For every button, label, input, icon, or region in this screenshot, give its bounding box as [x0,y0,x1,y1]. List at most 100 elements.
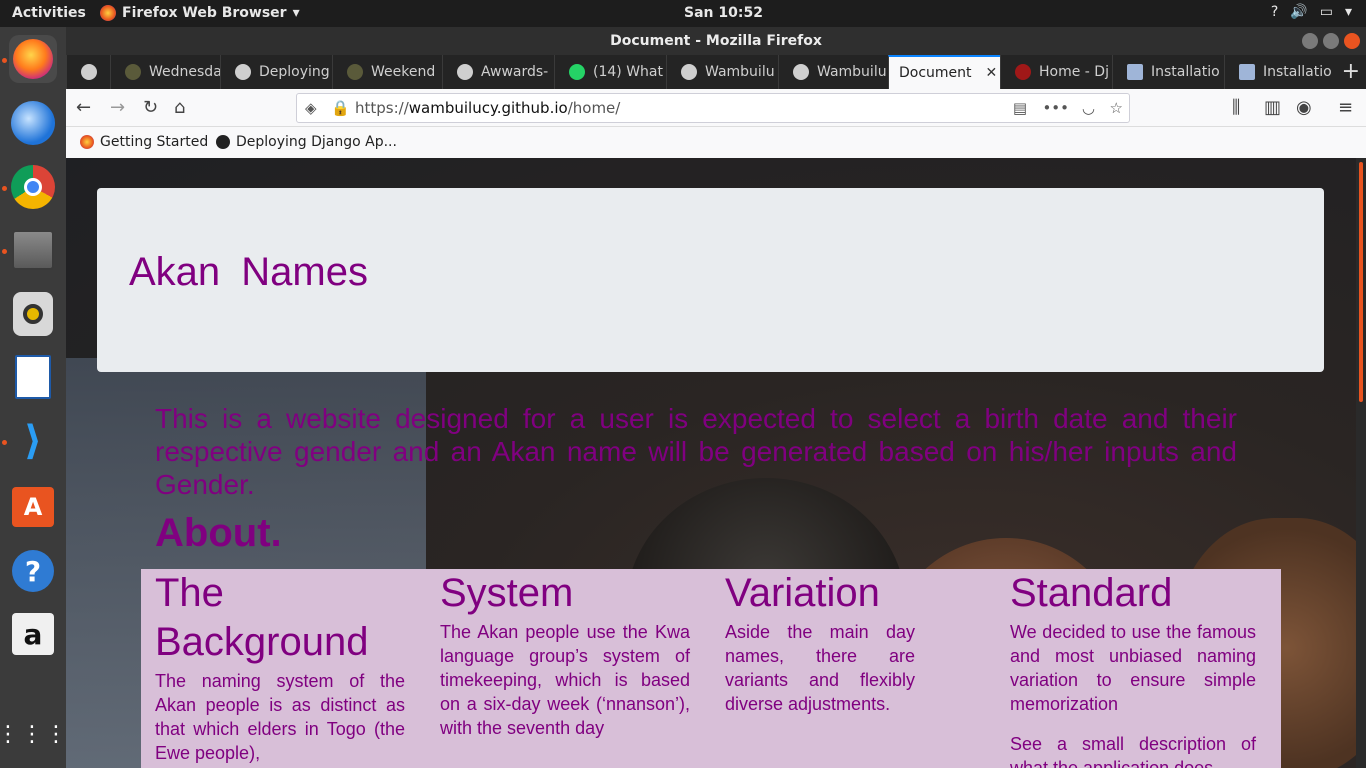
sidebar-icon[interactable]: ▥ [1264,97,1281,118]
tab[interactable]: (14) What [554,55,666,89]
app-menu-label: Firefox Web Browser [122,5,287,21]
files-icon [12,230,54,270]
page-title: Akan Names [129,250,368,294]
home-button[interactable]: ⌂ [174,97,185,118]
app-menu[interactable]: Firefox Web Browser ▾ [100,5,300,21]
back-button[interactable]: ← [76,97,91,118]
close-button[interactable] [1344,33,1360,49]
chrome-icon [11,165,55,209]
card-title: The Background [155,571,369,664]
account-icon[interactable]: ◉ [1296,97,1312,118]
rhythmbox-launcher[interactable] [9,290,57,338]
about-heading: About. [155,511,282,555]
bookmark-star-icon[interactable]: ☆ [1110,94,1123,122]
scrollbar-thumb[interactable] [1359,162,1363,402]
vscode-launcher[interactable]: ⟩ [9,417,57,465]
clock[interactable]: San 10:52 [684,5,763,21]
card-system: System The Akan people use the Kwa langu… [440,569,690,740]
help-launcher[interactable]: ? [9,547,57,595]
minimize-button[interactable] [1302,33,1318,49]
show-apps-button[interactable]: ⋮⋮⋮ [0,711,67,759]
tab[interactable]: Home - Dj [1000,55,1112,89]
tab-label: Awwards- [481,64,549,80]
card-title: Standard [1010,571,1173,615]
thunderbird-launcher[interactable] [9,99,57,147]
tab-label: Weekend [371,64,436,80]
lock-icon[interactable]: 🔒 [331,94,350,122]
card-title: Variation [725,571,880,615]
tab[interactable]: Deploying [220,55,332,89]
card-text: The Akan people use the Kwa language gro… [440,622,690,738]
card-text: Aside the main day names, there are vari… [725,622,915,714]
amazon-launcher[interactable]: a [9,610,57,658]
firefox-icon [13,39,53,79]
url-host: wambuilucy.github.io [408,99,568,117]
pocket-icon[interactable]: ◡ [1082,94,1095,122]
bookmark-label: Getting Started [100,134,209,150]
github-icon [81,64,97,80]
new-tab-button[interactable]: + [1342,59,1360,84]
tab-label: Installatio [1151,64,1220,80]
firefox-icon [100,5,116,21]
close-tab-icon[interactable]: ✕ [986,65,998,81]
chrome-launcher[interactable] [9,163,57,211]
writer-launcher[interactable] [9,353,57,401]
running-indicator [2,249,7,254]
github-icon [216,135,230,149]
whatsapp-icon [569,64,585,80]
speaker-icon [13,292,53,336]
tab-active[interactable]: Document ✕ [888,55,1000,89]
tab-strip: Wednesda Deploying Weekend Awwards- (14)… [66,55,1366,89]
bookmark-label: Deploying Django Ap... [236,134,397,150]
maximize-button[interactable] [1323,33,1339,49]
tab[interactable] [66,55,110,89]
card-text-secondary: See a small description of what the appl… [1010,734,1256,768]
help-icon: ? [12,550,54,592]
dock: ⟩ A ? a ⋮⋮⋮ [0,27,67,768]
url-bar[interactable]: ◈ 🔒 https://wambuilucy.github.io/home/ ▤… [296,93,1130,123]
help-icon[interactable]: ? [1271,4,1278,20]
library-icon[interactable]: ⫼ [1232,97,1240,118]
forward-button[interactable]: → [110,97,125,118]
tab-label: Wambuilu [817,64,887,80]
system-tray[interactable]: ? 🔊 ▭ ▾ [1271,4,1352,20]
card-text: The naming system of the Akan people is … [155,671,405,763]
volume-icon[interactable]: 🔊 [1290,4,1307,20]
tab[interactable]: Installatio [1112,55,1224,89]
page-actions-icon[interactable]: ••• [1042,94,1069,122]
chevron-down-icon[interactable]: ▾ [1345,4,1352,20]
tab[interactable]: Weekend [332,55,442,89]
shield-icon[interactable]: ◈ [305,94,317,122]
menu-icon[interactable]: ≡ [1338,97,1353,118]
bookmark-deploying-django[interactable]: Deploying Django Ap... [216,134,397,150]
reload-button[interactable]: ↻ [143,97,158,118]
amazon-icon: a [12,613,54,655]
page-viewport: Akan Names This is a website designed fo… [66,158,1356,768]
software-center-icon: A [12,487,54,527]
document-icon [15,355,51,399]
files-launcher[interactable] [9,226,57,274]
reader-view-icon[interactable]: ▤ [1013,94,1027,122]
django-icon [1015,64,1031,80]
github-icon [125,64,141,80]
page-scrollbar[interactable] [1356,158,1366,768]
bookmark-getting-started[interactable]: Getting Started [80,134,208,150]
tab[interactable]: Installatio [1224,55,1332,89]
card-text: We decided to use the famous and most un… [1010,622,1256,714]
window-title: Document - Mozilla Firefox [610,33,822,49]
activities-button[interactable]: Activities [12,5,86,21]
chevron-down-icon: ▾ [292,5,300,21]
vscode-icon: ⟩ [23,418,43,464]
battery-icon[interactable]: ▭ [1320,4,1333,20]
github-icon [235,64,251,80]
tab[interactable]: Wednesda [110,55,220,89]
thunderbird-icon [11,101,55,145]
tab[interactable]: Wambuilu [666,55,778,89]
tab-label: Wambuilu [705,64,775,80]
github-icon [457,64,473,80]
tab-label: Wednesda [149,64,220,80]
software-launcher[interactable]: A [9,483,57,531]
tab[interactable]: Wambuilu [778,55,888,89]
tab[interactable]: Awwards- [442,55,554,89]
firefox-launcher[interactable] [9,35,57,83]
